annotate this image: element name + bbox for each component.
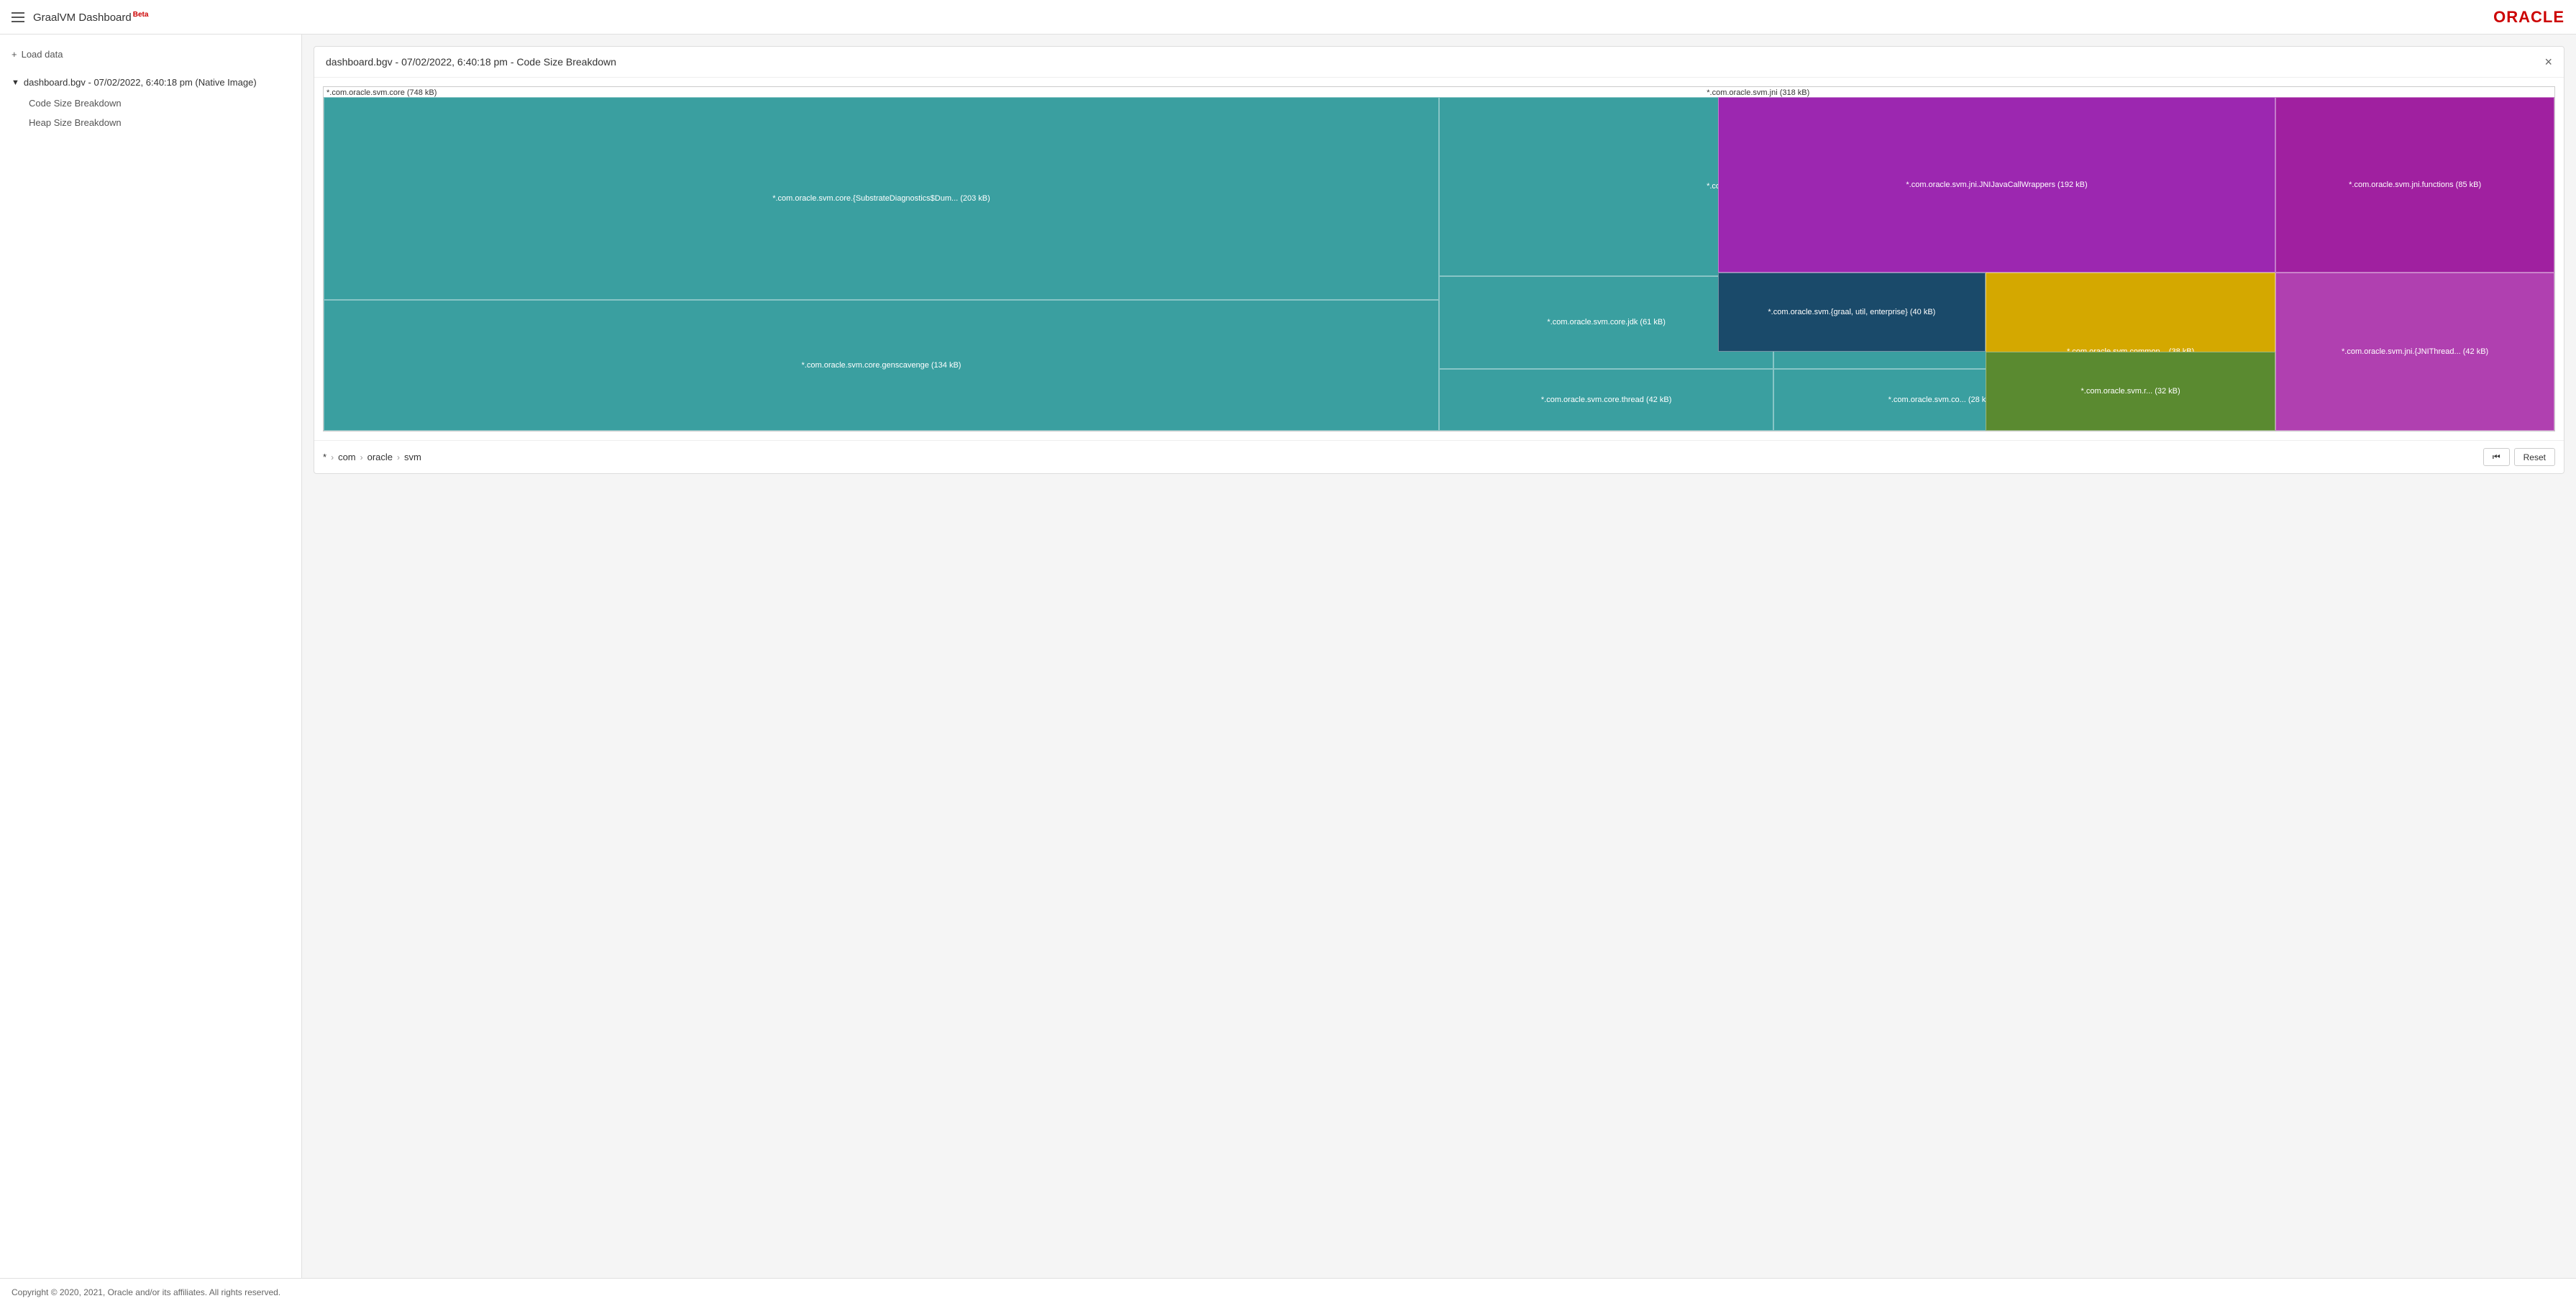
sidebar-item-heap-size[interactable]: Heap Size Breakdown [0, 113, 301, 132]
breadcrumb-svm[interactable]: svm [404, 452, 421, 462]
treemap-cell[interactable]: *.com.oracle.svm.jni.JNIJavaCallWrappers… [1718, 97, 2276, 273]
treemap-cell[interactable]: *.com.oracle.svm.r... (32 kB) [1986, 352, 2275, 431]
sidebar-section: ▼ dashboard.bgv - 07/02/2022, 6:40:18 pm… [0, 71, 301, 132]
breadcrumb-com[interactable]: com [338, 452, 356, 462]
footer: Copyright © 2020, 2021, Oracle and/or it… [0, 1278, 2576, 1306]
first-button[interactable]: ⏮ [2483, 448, 2510, 466]
treemap-cell[interactable]: *.com.oracle.svm.core.thread (42 kB) [1439, 369, 1773, 431]
chart-title: dashboard.bgv - 07/02/2022, 6:40:18 pm -… [326, 56, 616, 68]
breadcrumb-sep-2: › [360, 452, 363, 462]
nav-buttons: ⏮ Reset [2483, 448, 2555, 466]
sidebar: + Load data ▼ dashboard.bgv - 07/02/2022… [0, 35, 302, 1278]
breadcrumb: * › com › oracle › svm [323, 452, 421, 462]
content-area: dashboard.bgv - 07/02/2022, 6:40:18 pm -… [302, 35, 2576, 1278]
load-data-label: Load data [22, 49, 63, 60]
reset-button[interactable]: Reset [2514, 448, 2555, 466]
app-title: GraalVM DashboardBeta [33, 11, 148, 24]
treemap: *.com.oracle.svm.core (748 kB) *.com.ora… [323, 86, 2555, 431]
close-button[interactable]: × [2544, 55, 2552, 68]
chart-header: dashboard.bgv - 07/02/2022, 6:40:18 pm -… [314, 47, 2564, 78]
section-label-core: *.com.oracle.svm.core (748 kB) [326, 88, 437, 97]
header-left: GraalVM DashboardBeta [12, 11, 148, 24]
breadcrumb-sep-1: › [331, 452, 334, 462]
breadcrumb-star[interactable]: * [323, 452, 326, 462]
sidebar-item-label: Heap Size Breakdown [29, 117, 122, 128]
oracle-logo: ORACLE [2493, 8, 2564, 27]
section-title: dashboard.bgv - 07/02/2022, 6:40:18 pm (… [24, 77, 257, 88]
chevron-down-icon: ▼ [12, 78, 19, 87]
chart-panel: dashboard.bgv - 07/02/2022, 6:40:18 pm -… [314, 46, 2564, 474]
sidebar-item-label: Code Size Breakdown [29, 98, 122, 109]
treemap-container: *.com.oracle.svm.core (748 kB) *.com.ora… [314, 78, 2564, 440]
sidebar-item-code-size[interactable]: Code Size Breakdown [0, 93, 301, 113]
breadcrumb-nav: * › com › oracle › svm ⏮ Reset [314, 440, 2564, 473]
sidebar-section-header[interactable]: ▼ dashboard.bgv - 07/02/2022, 6:40:18 pm… [0, 71, 301, 93]
app-title-text: GraalVM Dashboard [33, 12, 132, 24]
header: GraalVM DashboardBeta ORACLE [0, 0, 2576, 35]
beta-badge: Beta [133, 11, 149, 19]
treemap-cell[interactable]: *.com.oracle.svm.core.{SubstrateDiagnost… [324, 97, 1439, 300]
menu-icon[interactable] [12, 12, 24, 22]
treemap-cell[interactable]: *.com.oracle.svm.core.genscavenge (134 k… [324, 300, 1439, 431]
main-layout: + Load data ▼ dashboard.bgv - 07/02/2022… [0, 35, 2576, 1278]
breadcrumb-oracle[interactable]: oracle [367, 452, 393, 462]
treemap-cell[interactable]: *.com.oracle.svm.jni.functions (85 kB) [2275, 97, 2554, 273]
section-label-jni: *.com.oracle.svm.jni (318 kB) [1707, 88, 1809, 97]
plus-icon: + [12, 49, 17, 60]
treemap-cell[interactable]: *.com.oracle.svm.jni.{JNIThread... (42 k… [2275, 273, 2554, 431]
breadcrumb-sep-3: › [397, 452, 400, 462]
treemap-cell[interactable]: *.com.oracle.svm.{graal, util, enterpris… [1718, 273, 1986, 352]
load-data-button[interactable]: + Load data [0, 43, 301, 65]
footer-text: Copyright © 2020, 2021, Oracle and/or it… [12, 1287, 280, 1297]
